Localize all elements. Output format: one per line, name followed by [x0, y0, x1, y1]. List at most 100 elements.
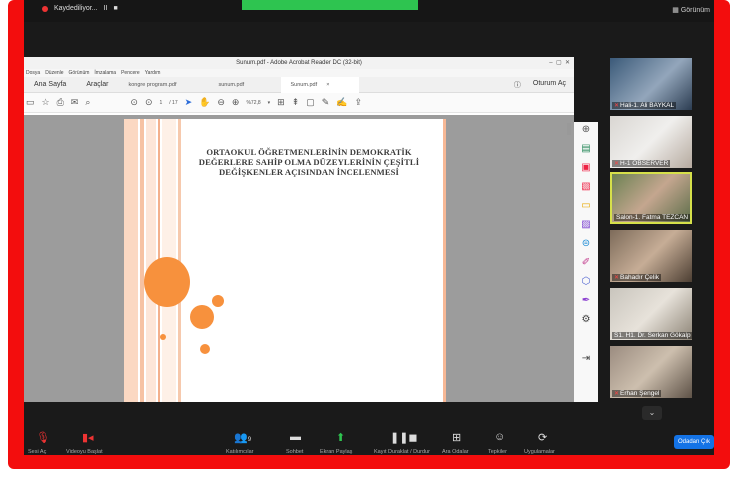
- participants-label[interactable]: Katılımcılar: [226, 449, 254, 455]
- reactions-label[interactable]: Tepkiler: [488, 449, 507, 455]
- tabs-right: ⓘ Oturum Aç: [514, 80, 566, 90]
- slide-title-line: ORTAOKUL ÖĞRETMENLERİNİN DEMOKRATİK: [206, 147, 412, 157]
- sign-tool-icon[interactable]: ✒: [582, 295, 590, 306]
- acrobat-titlebar: Sunum.pdf - Adobe Acrobat Reader DC (32-…: [24, 57, 574, 69]
- help-icon[interactable]: ⓘ: [514, 80, 521, 90]
- zoom-tool-icon[interactable]: ⊕: [582, 124, 590, 135]
- export-pdf-icon[interactable]: ▤: [581, 143, 590, 154]
- participant-label: Hali-1. Ali BAYKAL: [620, 102, 675, 109]
- zoom-out-icon[interactable]: ⊖: [217, 97, 225, 108]
- comment-icon[interactable]: ▢: [306, 97, 315, 108]
- top-bar: Kaydediliyor... II ■ ▦ Görünüm: [24, 0, 714, 22]
- participant-tile[interactable]: S1. H1. Dr. Serkan Gökalp: [610, 288, 692, 340]
- apps-label[interactable]: Uygulamalar: [524, 449, 555, 455]
- print-icon[interactable]: ⎙: [57, 97, 64, 108]
- prev-page-icon[interactable]: ⊙: [130, 97, 138, 108]
- participant-label: Salon-1. Fatma TEZCAN: [616, 214, 689, 221]
- decorative-circle: [144, 257, 190, 307]
- chat-icon[interactable]: ▬: [290, 431, 301, 443]
- more-tools-icon[interactable]: ⚙: [582, 314, 591, 325]
- recording-label: Kaydediliyor...: [54, 5, 98, 12]
- decorative-circle: [212, 295, 224, 307]
- participant-name: ✕H-1 OBSERVER: [612, 160, 671, 167]
- record-dot-icon: [42, 5, 48, 12]
- fit-page-icon[interactable]: ⊞: [277, 97, 285, 108]
- comment-tool-icon[interactable]: ▭: [581, 200, 590, 211]
- record-label[interactable]: Kayıt Duraklat / Durdur: [374, 449, 430, 455]
- participant-tile-active-speaker[interactable]: Salon-1. Fatma TEZCAN: [610, 172, 692, 224]
- video-off-icon[interactable]: ▮◂: [82, 431, 94, 444]
- scroll-mode-icon[interactable]: ⇞: [292, 97, 300, 108]
- cursor-icon[interactable]: ➤: [185, 97, 193, 108]
- fill-sign-icon[interactable]: ✐: [582, 257, 590, 268]
- pen-icon[interactable]: ✎: [322, 97, 330, 108]
- zoom-meeting-window: Kaydediliyor... II ■ ▦ Görünüm Sunum.pdf…: [24, 0, 714, 455]
- participant-count: 9: [247, 437, 252, 443]
- unmute-label[interactable]: Sesi Aç: [28, 449, 46, 455]
- tab-home[interactable]: Ana Sayfa: [24, 77, 76, 93]
- recording-indicator: Kaydediliyor... II ■: [42, 5, 118, 12]
- participant-tile[interactable]: ✕Bahadır Çelik: [610, 230, 692, 282]
- zoom-dropdown-icon[interactable]: ▾: [268, 100, 271, 106]
- reactions-icon[interactable]: ☺: [494, 431, 505, 443]
- share-screen-label[interactable]: Ekran Paylaş: [320, 449, 352, 455]
- stop-recording-button[interactable]: ■: [113, 5, 117, 12]
- participant-name: S1. H1. Dr. Serkan Gökalp: [612, 332, 692, 339]
- edit-pdf-icon[interactable]: ▣: [581, 162, 590, 173]
- document-area[interactable]: ORTAOKUL ÖĞRETMENLERİNİN DEMOKRATİK DEĞE…: [24, 115, 574, 402]
- collapse-rail-icon[interactable]: ⇥: [582, 353, 590, 364]
- tab-sunum-active[interactable]: Sunum.pdf ×: [280, 76, 359, 93]
- sign-icon[interactable]: ✍: [336, 97, 347, 108]
- vertical-scrollbar[interactable]: [566, 121, 572, 401]
- zoom-level[interactable]: %72,8: [246, 100, 260, 106]
- mail-icon[interactable]: ✉: [71, 97, 79, 108]
- breakout-rooms-icon[interactable]: ⊞: [452, 431, 461, 444]
- participant-label: H-1 OBSERVER: [620, 160, 669, 167]
- start-video-label[interactable]: Videoyu Başlat: [66, 449, 103, 455]
- participant-tile[interactable]: ✕Erhan Şengel: [610, 346, 692, 398]
- organize-icon[interactable]: ⊜: [582, 238, 590, 249]
- window-controls[interactable]: – ▢ ✕: [549, 57, 570, 69]
- apps-icon[interactable]: ⟳: [538, 431, 547, 444]
- share-screen-icon[interactable]: ⬆: [336, 431, 345, 444]
- mic-muted-icon: ✕: [614, 391, 620, 397]
- hand-icon[interactable]: ✋: [199, 97, 210, 108]
- scrollbar-thumb[interactable]: [567, 123, 571, 135]
- protect-icon[interactable]: ⬡: [582, 276, 591, 287]
- tab-sunum-lower[interactable]: sunum.pdf: [209, 77, 281, 93]
- star-icon[interactable]: ☆: [42, 97, 50, 108]
- chat-label[interactable]: Sohbet: [286, 449, 303, 455]
- leave-meeting-button[interactable]: Odadan Çık: [674, 435, 714, 449]
- mic-muted-icon: ✕: [614, 275, 620, 281]
- record-pause-stop-icon[interactable]: ❚❚◼: [390, 431, 418, 444]
- tab-label: Sunum.pdf: [290, 81, 318, 88]
- slide-stripe: [140, 119, 144, 402]
- next-page-icon[interactable]: ⊙: [145, 97, 153, 108]
- participant-tile[interactable]: ✕Hali-1. Ali BAYKAL: [610, 58, 692, 110]
- screen-share-banner[interactable]: [242, 0, 418, 10]
- mic-off-icon[interactable]: 🎙: [36, 431, 50, 444]
- participants-icon[interactable]: 👥9: [234, 431, 251, 444]
- view-button[interactable]: ▦ Görünüm: [672, 6, 710, 14]
- page-number-field[interactable]: 1: [159, 100, 162, 106]
- zoom-in-icon[interactable]: ⊕: [232, 97, 240, 108]
- acrobat-window: Sunum.pdf - Adobe Acrobat Reader DC (32-…: [24, 57, 574, 402]
- view-label: Görünüm: [680, 7, 710, 14]
- breakout-rooms-label[interactable]: Ara Odalar: [442, 449, 469, 455]
- create-pdf-icon[interactable]: ▧: [581, 181, 590, 192]
- combine-icon[interactable]: ▨: [581, 219, 590, 230]
- close-tab-icon[interactable]: ×: [326, 82, 329, 88]
- participant-name: ✕Bahadır Çelik: [612, 274, 662, 281]
- tab-tools[interactable]: Araçlar: [76, 77, 118, 93]
- decorative-circle: [190, 305, 214, 329]
- acrobat-tools-rail: ⊕ ▤ ▣ ▧ ▭ ▨ ⊜ ✐ ⬡ ✒ ⚙ ⇥: [574, 122, 598, 402]
- create-icon[interactable]: ▭: [26, 97, 35, 108]
- share-icon[interactable]: ⇪: [355, 97, 363, 108]
- pause-recording-button[interactable]: II: [104, 5, 108, 12]
- scroll-down-participants-icon[interactable]: ⌄: [642, 406, 662, 420]
- search-icon[interactable]: ⌕: [85, 97, 90, 108]
- tab-kongre-program[interactable]: kongre program.pdf: [119, 77, 209, 93]
- acrobat-toolbar: ▭ ☆ ⎙ ✉ ⌕ ⊙ ⊙ 1 / 17 ➤ ✋ ⊖ ⊕ %72,8 ▾ ⊞ ⇞…: [24, 93, 574, 113]
- participant-tile[interactable]: ✕H-1 OBSERVER: [610, 116, 692, 168]
- signin-button[interactable]: Oturum Aç: [533, 80, 566, 90]
